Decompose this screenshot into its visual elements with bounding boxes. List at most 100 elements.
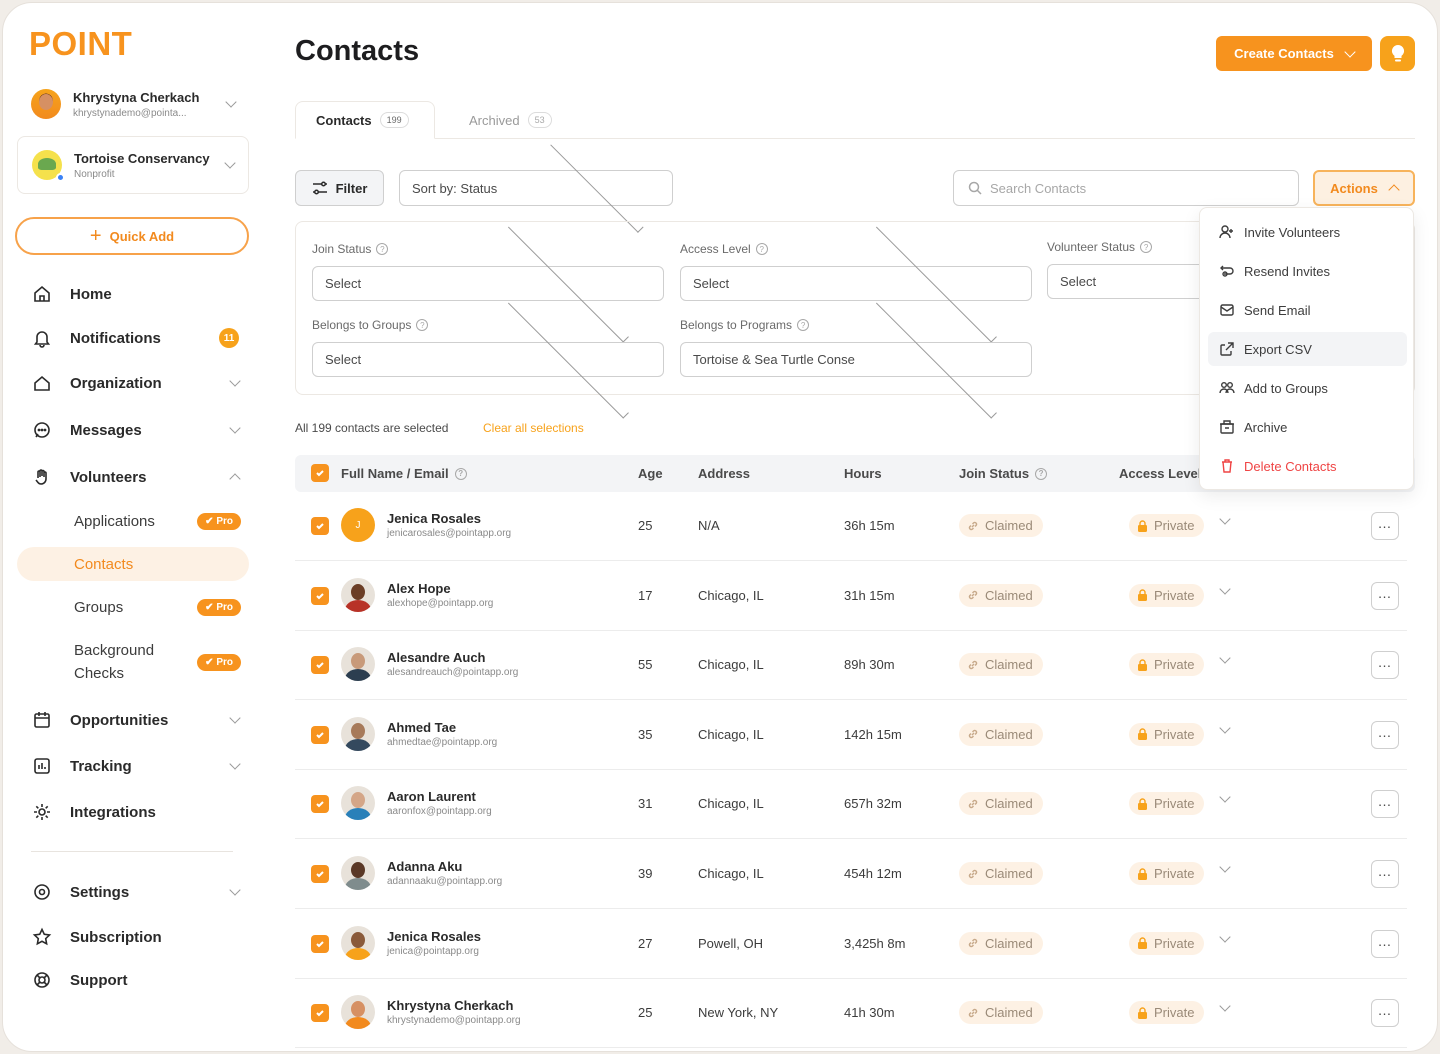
- menu-item-resend-invites[interactable]: Resend Invites: [1208, 254, 1407, 288]
- access-level-badge[interactable]: Private: [1129, 862, 1205, 885]
- access-level-badge[interactable]: Private: [1129, 931, 1205, 955]
- row-more-button[interactable]: …: [1371, 512, 1399, 540]
- tips-button[interactable]: [1380, 36, 1415, 71]
- row-checkbox[interactable]: [311, 725, 329, 744]
- contact-name[interactable]: Jenica Rosales: [387, 511, 481, 526]
- filter-button[interactable]: Filter: [295, 170, 384, 206]
- join-status-select[interactable]: Select: [312, 221, 664, 342]
- contact-name[interactable]: Jenica Rosales: [387, 929, 481, 944]
- sidebar-item-volunteers[interactable]: Volunteers: [29, 462, 241, 492]
- sidebar-item-home[interactable]: Home: [29, 279, 239, 309]
- sidebar-item-background-checks[interactable]: Background Checks ✔ Pro: [17, 637, 249, 687]
- sidebar-item-notifications[interactable]: Notifications 11: [29, 323, 239, 353]
- programs-select[interactable]: Tortoise & Sea Turtle Conservation: [680, 297, 1032, 418]
- app-logo[interactable]: POINT: [29, 25, 132, 63]
- access-level-select[interactable]: Select: [680, 221, 1032, 342]
- contact-name[interactable]: Adanna Aku: [387, 859, 462, 874]
- table-row[interactable]: Alex Hope alexhope@pointapp.org 17 Chica…: [295, 561, 1407, 631]
- row-checkbox[interactable]: [311, 586, 329, 605]
- row-checkbox[interactable]: [311, 795, 329, 814]
- tab-contacts[interactable]: Contacts 199: [295, 101, 435, 139]
- access-level-badge[interactable]: Private: [1129, 1001, 1205, 1025]
- pro-badge: ✔ Pro: [197, 653, 241, 671]
- access-level-badge[interactable]: Private: [1129, 722, 1205, 746]
- search-input[interactable]: Search Contacts: [953, 170, 1299, 206]
- table-row[interactable]: Alesandre Auch alesandreauch@pointapp.or…: [295, 630, 1407, 701]
- contact-address: Chicago, IL: [698, 657, 764, 673]
- column-header-access-level[interactable]: Access Level: [1119, 466, 1201, 481]
- row-more-button[interactable]: …: [1371, 860, 1399, 888]
- access-level-badge[interactable]: Private: [1129, 653, 1205, 677]
- menu-item-archive[interactable]: Archive: [1208, 410, 1407, 444]
- row-more-button[interactable]: …: [1371, 581, 1399, 610]
- column-header-name[interactable]: Full Name / Email?: [341, 466, 467, 481]
- table-row[interactable]: Jenica Rosales jenica@pointapp.org 27 Po…: [295, 909, 1407, 979]
- programs-filter-label: Belongs to Programs?: [680, 318, 810, 332]
- row-checkbox[interactable]: [311, 656, 329, 675]
- contact-name[interactable]: Khrystyna Cherkach: [387, 998, 513, 1013]
- create-contacts-button[interactable]: Create Contacts: [1216, 36, 1372, 71]
- table-row[interactable]: Ahmed Tae ahmedtae@pointapp.org 35 Chica…: [295, 700, 1407, 770]
- menu-item-send-email[interactable]: Send Email: [1208, 293, 1407, 327]
- access-level-badge[interactable]: Private: [1129, 514, 1205, 537]
- user-switcher[interactable]: Khrystyna Cherkach khrystynademo@pointa.…: [17, 75, 249, 133]
- row-more-button[interactable]: …: [1371, 651, 1399, 680]
- chevron-down-icon[interactable]: [1219, 513, 1231, 525]
- menu-item-delete-contacts[interactable]: Delete Contacts: [1208, 449, 1407, 483]
- table-row[interactable]: Khrystyna Cherkach khrystynademo@pointap…: [295, 978, 1407, 1049]
- sort-select[interactable]: Sort by: Status: [399, 139, 673, 233]
- contact-address: New York, NY: [698, 1005, 779, 1021]
- row-checkbox[interactable]: [311, 517, 329, 535]
- groups-select[interactable]: Select: [312, 297, 664, 418]
- actions-button[interactable]: Actions: [1313, 170, 1415, 206]
- access-level-badge[interactable]: Private: [1129, 792, 1205, 816]
- contact-email: jenica@pointapp.org: [387, 945, 479, 957]
- table-row[interactable]: Aaron Laurent aaronfox@pointapp.org 31 C…: [295, 769, 1407, 840]
- table-row[interactable]: Adanna Aku adannaaku@pointapp.org 39 Chi…: [295, 839, 1407, 909]
- chevron-down-icon[interactable]: [1219, 930, 1231, 943]
- clear-selections-link[interactable]: Clear all selections: [483, 421, 584, 435]
- access-level-badge[interactable]: Private: [1129, 583, 1205, 607]
- row-checkbox[interactable]: [311, 865, 329, 883]
- row-checkbox[interactable]: [311, 934, 329, 953]
- sidebar-item-organization[interactable]: Organization: [29, 368, 241, 398]
- sidebar-item-integrations[interactable]: Integrations: [29, 797, 239, 827]
- sidebar-item-settings[interactable]: Settings: [29, 877, 241, 907]
- column-header-age[interactable]: Age: [638, 466, 663, 481]
- sidebar-item-tracking[interactable]: Tracking: [29, 751, 241, 781]
- menu-item-export-csv[interactable]: Export CSV: [1208, 332, 1407, 366]
- row-checkbox[interactable]: [311, 1004, 329, 1023]
- sidebar-item-groups[interactable]: Groups ✔ Pro: [17, 590, 249, 624]
- contact-name[interactable]: Aaron Laurent: [387, 789, 476, 804]
- menu-item-add-to-groups[interactable]: Add to Groups: [1208, 371, 1407, 405]
- row-more-button[interactable]: …: [1371, 790, 1399, 819]
- contact-name[interactable]: Alesandre Auch: [387, 650, 486, 665]
- chevron-down-icon[interactable]: [1219, 791, 1231, 804]
- contact-name[interactable]: Ahmed Tae: [387, 720, 456, 735]
- chevron-down-icon[interactable]: [1219, 861, 1231, 873]
- sidebar-item-messages[interactable]: Messages: [29, 415, 241, 445]
- quick-add-button[interactable]: + Quick Add: [15, 217, 249, 255]
- menu-item-invite-volunteers[interactable]: Invite Volunteers: [1208, 215, 1407, 249]
- sidebar-item-contacts[interactable]: Contacts: [17, 547, 249, 581]
- sidebar-item-opportunities[interactable]: Opportunities: [29, 705, 241, 735]
- check-icon: [316, 801, 324, 808]
- sidebar-item-applications[interactable]: Applications ✔ Pro: [17, 504, 249, 538]
- org-switcher[interactable]: Tortoise Conservancy Nonprofit: [17, 136, 249, 194]
- column-header-hours[interactable]: Hours: [844, 466, 882, 481]
- chevron-down-icon[interactable]: [1219, 722, 1231, 734]
- chevron-down-icon[interactable]: [1219, 1000, 1231, 1012]
- table-row[interactable]: J Jenica Rosales jenicarosales@pointapp.…: [295, 491, 1407, 561]
- chevron-down-icon[interactable]: [1219, 652, 1231, 664]
- row-more-button[interactable]: …: [1371, 720, 1399, 749]
- contact-name[interactable]: Alex Hope: [387, 581, 451, 596]
- select-all-checkbox[interactable]: [311, 464, 329, 482]
- column-header-address[interactable]: Address: [698, 466, 750, 481]
- chevron-down-icon[interactable]: [1219, 582, 1231, 595]
- sidebar-item-support[interactable]: Support: [29, 965, 239, 995]
- sidebar-item-subscription[interactable]: Subscription: [29, 922, 239, 952]
- row-more-button[interactable]: …: [1371, 999, 1399, 1028]
- column-header-join-status[interactable]: Join Status?: [959, 466, 1048, 481]
- row-more-button[interactable]: …: [1371, 929, 1399, 958]
- tab-archived[interactable]: Archived 53: [469, 101, 552, 139]
